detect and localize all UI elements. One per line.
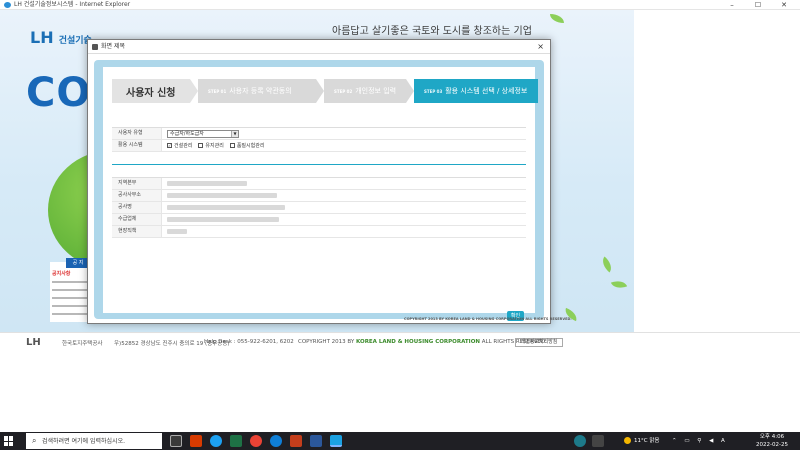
twitter-bird-icon[interactable] [210, 435, 222, 447]
slogan: 아름답고 살기좋은 국토와 도시를 창조하는 기업 [332, 26, 532, 37]
dialog-body: 사용자 신청 STEP 01 사용자 등록 약관동의 STEP 02 개인정보 입력… [94, 60, 544, 321]
checkbox-maintenance[interactable]: 유지관리 [198, 142, 224, 149]
footer-logo: LH [26, 337, 41, 348]
position-select[interactable] [167, 229, 187, 234]
footer-helpdesk: Help Desk : 055-922-6201, 6202 [204, 339, 294, 345]
table-row: 공사명 [112, 202, 526, 214]
leaf-decoration [598, 256, 616, 273]
table-row: 지역본부 [112, 178, 526, 190]
taskbar: ⌕ 검색하려면 여기에 입력하십시오. 11°C 맑음 ⌃ ▭ ⚲ ◀ A 오후… [0, 432, 800, 450]
app-icon[interactable] [592, 435, 604, 447]
user-type-select[interactable]: 수급자/하도급자 ▼ [167, 129, 239, 138]
task-view-icon[interactable] [170, 435, 182, 447]
powerpoint-icon[interactable] [290, 435, 302, 447]
user-type-label: 사용자 유형 [112, 128, 162, 139]
footer-company: 한국토지주택공사 [62, 341, 103, 347]
section-divider [112, 164, 526, 165]
notice-title: 공지사항 [52, 271, 71, 277]
word-icon[interactable] [310, 435, 322, 447]
position-label: 현장직책 [112, 226, 162, 237]
sun-icon [624, 437, 631, 444]
office-label: 공사사무소 [112, 190, 162, 201]
ie-icon [4, 2, 11, 8]
table-row: 공사사무소 [112, 190, 526, 202]
page-footer: LH 한국토지주택공사 우)52852 경상남도 진주시 충의로 19 (충무공… [0, 332, 800, 352]
step-title: 사용자 신청 [112, 79, 190, 103]
browser-titlebar: LH 건설기술정보시스템 - Internet Explorer – ☐ ✕ [0, 0, 800, 10]
system-row: 활용 시스템 ✓ 건설관리 유지관리 품질시험관리 [112, 140, 526, 152]
weather-widget[interactable]: 11°C 맑음 [624, 432, 659, 450]
internet-explorer-icon[interactable] [330, 435, 342, 447]
dialog-copyright: COPYRIGHT 2013 BY KOREA LAND & HOUSING C… [404, 317, 572, 321]
edge-icon[interactable] [270, 435, 282, 447]
taskbar-search[interactable]: ⌕ 검색하려면 여기에 입력하십시오. [26, 433, 162, 449]
notice-item[interactable] [52, 297, 88, 299]
privacy-policy-button[interactable]: 개인정보처리방침 [515, 338, 563, 347]
system-label: 활용 시스템 [112, 140, 162, 151]
dialog-content: 사용자 신청 STEP 01 사용자 등록 약관동의 STEP 02 개인정보 입력… [103, 67, 538, 321]
lh-logo: LH 건설기술 [30, 28, 92, 47]
step-indicator: 사용자 신청 STEP 01 사용자 등록 약관동의 STEP 02 개인정보 입력… [112, 79, 538, 103]
windows-start-icon[interactable] [4, 436, 14, 446]
project-label: 공사명 [112, 202, 162, 213]
project-select[interactable] [167, 205, 285, 210]
minimize-button[interactable]: – [722, 0, 742, 10]
contractor-select[interactable] [167, 217, 279, 222]
taskbar-clock[interactable]: 오후 4:06 2022-02-25 [756, 433, 788, 449]
office-select[interactable] [167, 193, 277, 198]
region-select[interactable] [167, 181, 247, 186]
checkbox-quality-test[interactable]: 품질시험관리 [229, 142, 264, 149]
search-icon: ⌕ [32, 436, 37, 445]
browser-title: LH 건설기술정보시스템 - Internet Explorer [14, 1, 131, 8]
maximize-button[interactable]: ☐ [748, 0, 768, 10]
office-icon[interactable] [190, 435, 202, 447]
dialog-title: 화면 제목 [101, 43, 125, 50]
dialog-close-button[interactable]: × [537, 40, 544, 54]
step-2: STEP 02 개인정보 입력 [324, 79, 406, 103]
region-label: 지역본부 [112, 178, 162, 189]
excel-icon[interactable] [230, 435, 242, 447]
notice-item[interactable] [52, 281, 88, 283]
detail-table: 지역본부 공사사무소 공사명 수급업체 현장직책 [112, 177, 526, 238]
leaf-decoration [550, 14, 564, 23]
notice-item[interactable] [52, 289, 88, 291]
dialog-titlebar: 화면 제목 × [88, 40, 550, 54]
close-window-button[interactable]: ✕ [774, 0, 794, 10]
chrome-icon[interactable] [250, 435, 262, 447]
table-row: 수급업체 [112, 214, 526, 226]
page-margin [634, 10, 800, 332]
table-row: 현장직책 [112, 226, 526, 238]
registration-dialog: 화면 제목 × 사용자 신청 STEP 01 사용자 등록 약관동의 STEP 0… [87, 39, 572, 324]
system-tray-icons[interactable]: ⌃ ▭ ⚲ ◀ A [672, 432, 728, 450]
user-type-row: 사용자 유형 수급자/하도급자 ▼ [112, 128, 526, 140]
system-form: 사용자 유형 수급자/하도급자 ▼ 활용 시스템 ✓ 건설관리 유지관리 품질시험… [112, 127, 526, 152]
step-3-active: STEP 03 활용 시스템 선택 / 상세정보 [414, 79, 538, 103]
chevron-down-icon: ▼ [231, 130, 238, 137]
footer-copyright: COPYRIGHT 2013 BY KOREA LAND & HOUSING C… [298, 339, 547, 345]
leaf-decoration [610, 277, 628, 292]
contractor-label: 수급업체 [112, 214, 162, 225]
notice-item[interactable] [52, 305, 88, 307]
checkbox-construction[interactable]: ✓ 건설관리 [167, 142, 192, 149]
app-icon[interactable] [574, 435, 586, 447]
dialog-icon [92, 44, 98, 50]
notice-item[interactable] [52, 313, 88, 315]
step-1: STEP 01 사용자 등록 약관동의 [198, 79, 316, 103]
